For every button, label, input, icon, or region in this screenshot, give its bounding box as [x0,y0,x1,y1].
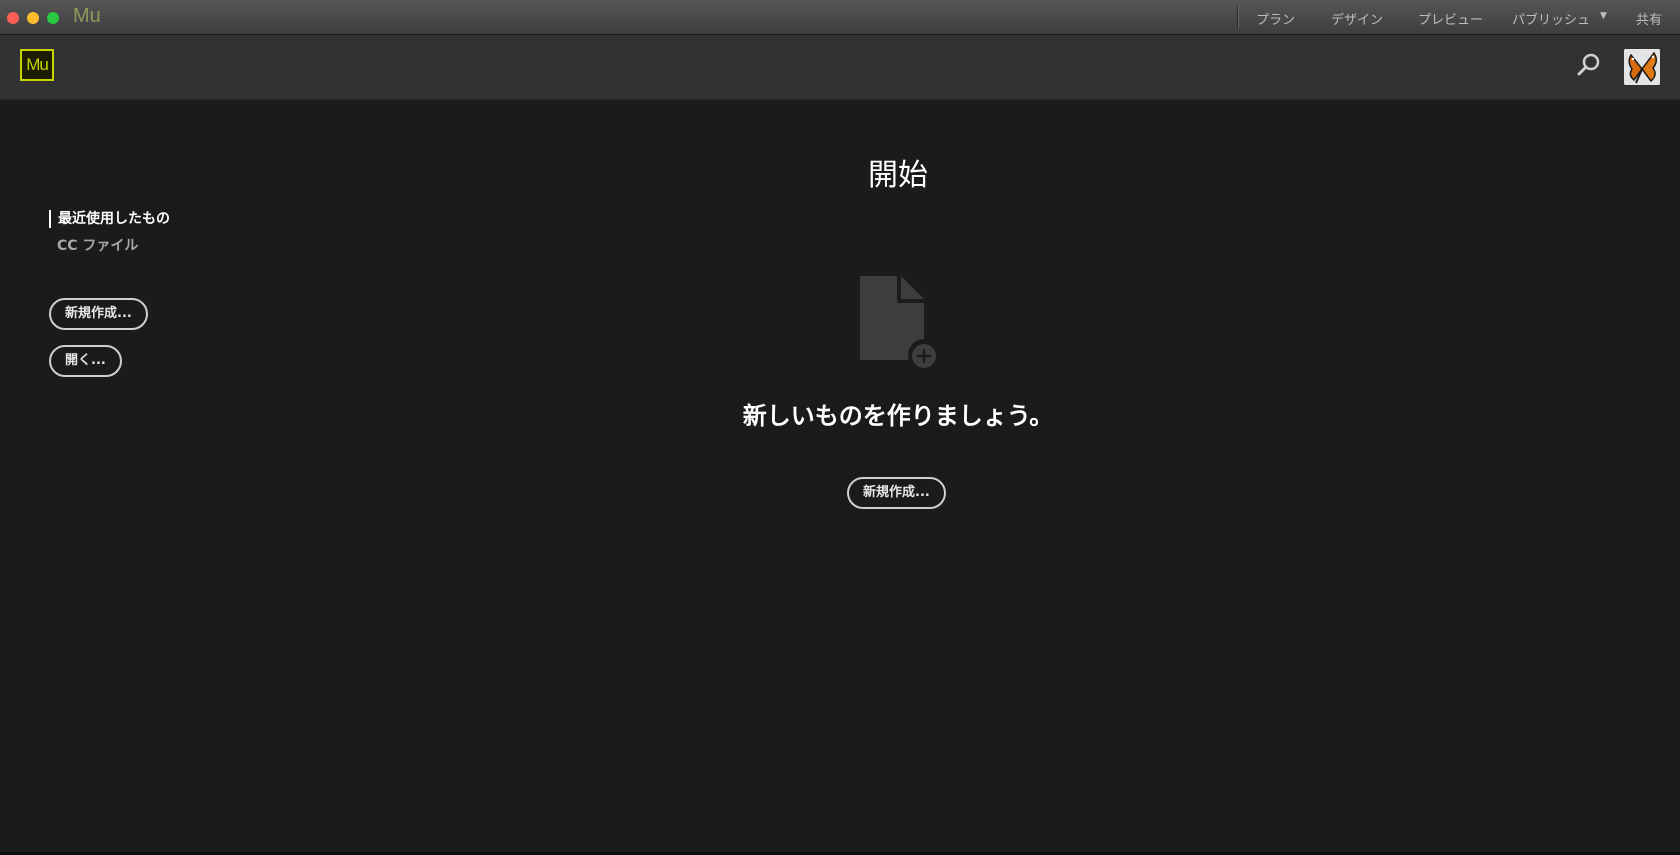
sidebar-item-recent[interactable]: 最近使用したもの [49,210,170,228]
app-header: Mu [0,35,1680,100]
menu-design[interactable]: デザイン [1331,9,1383,28]
minimize-window-button[interactable] [27,12,39,24]
menu-plan[interactable]: プラン [1256,9,1295,28]
muse-logo: Mu [20,49,54,81]
user-avatar[interactable] [1624,49,1660,85]
sidebar-new-button[interactable]: 新規作成... [49,298,148,330]
close-window-button[interactable] [7,12,19,24]
menu-preview[interactable]: プレビュー [1418,9,1483,28]
sidebar-item-cc-files[interactable]: CC ファイル [57,235,138,255]
chevron-down-icon[interactable]: ▼ [1600,11,1607,21]
app-title: Mu [73,5,101,27]
window-titlebar: Mu プラン デザイン プレビュー パブリッシュ ▼ 共有 [0,0,1680,35]
main-new-button[interactable]: 新規作成... [847,477,946,509]
menu-publish[interactable]: パブリッシュ [1512,9,1590,28]
menu-divider [1237,6,1239,28]
search-icon[interactable] [1576,52,1602,78]
main-headline: 新しいものを作りましょう。 [742,402,1054,430]
page-title: 開始 [868,158,928,193]
sidebar-open-button[interactable]: 開く... [49,345,122,377]
butterfly-icon [1624,49,1660,85]
maximize-window-button[interactable] [47,12,59,24]
new-document-icon [860,276,936,368]
menu-share[interactable]: 共有 [1636,9,1662,28]
